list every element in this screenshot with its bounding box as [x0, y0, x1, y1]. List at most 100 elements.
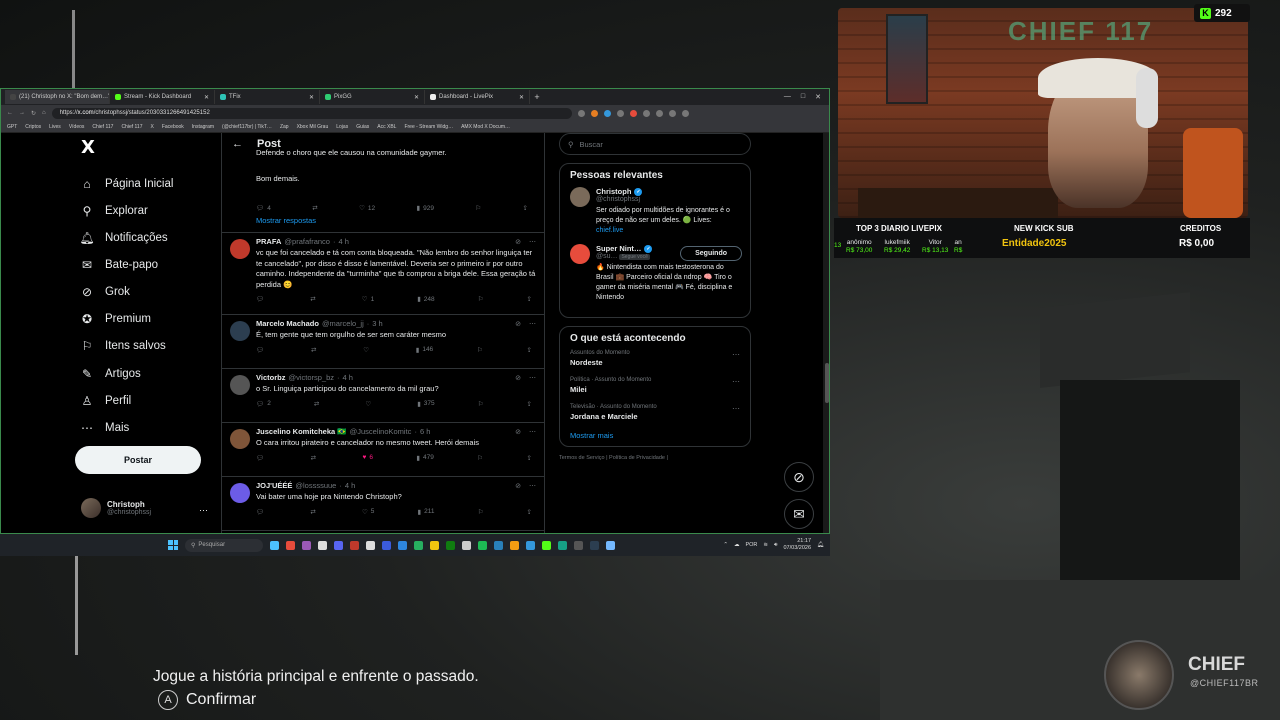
nav-item-perfil[interactable]: ♙ Perfil: [79, 393, 132, 409]
avatar[interactable]: [230, 429, 250, 449]
bookmark-item[interactable]: Xbox Mil Grau: [297, 124, 329, 130]
bookmark-item[interactable]: Vídeos: [69, 124, 85, 130]
app-icon[interactable]: [302, 540, 311, 550]
extension-icon[interactable]: [655, 109, 663, 117]
more-icon[interactable]: ⋯: [732, 350, 740, 359]
nav-item-notifica-es[interactable]: 🔔︎ Notificações: [79, 230, 167, 246]
avatar[interactable]: [570, 187, 590, 207]
share-icon[interactable]: ⇪: [523, 203, 528, 213]
app-icon[interactable]: [606, 540, 615, 550]
chevron-up-icon[interactable]: ⌃: [723, 542, 728, 548]
grok-icon[interactable]: ⊘: [515, 482, 521, 490]
grok-icon[interactable]: ⊘: [515, 320, 521, 328]
minimize-icon[interactable]: —: [784, 93, 791, 101]
nav-item-p-gina-inicial[interactable]: ⌂ Página Inicial: [79, 176, 173, 192]
app-icon[interactable]: [494, 540, 503, 550]
more-icon[interactable]: ⋯: [732, 404, 740, 413]
bookmark-item[interactable]: Criptos: [25, 124, 41, 130]
bookmark-item[interactable]: Lives: [49, 124, 61, 130]
app-icon[interactable]: [286, 540, 295, 550]
nav-item-mais[interactable]: ⋯ Mais: [79, 420, 129, 436]
grok-button[interactable]: ⊘: [784, 462, 814, 492]
app-icon[interactable]: [366, 540, 375, 550]
like-icon[interactable]: ♡: [363, 345, 372, 355]
like-icon[interactable]: ♥ 6: [363, 453, 373, 463]
avatar[interactable]: [230, 239, 250, 259]
following-button[interactable]: Seguindo: [680, 246, 742, 261]
xbox-icon[interactable]: [446, 540, 455, 550]
language-indicator[interactable]: POR: [745, 542, 757, 548]
bookmark-item[interactable]: Lojas: [336, 124, 348, 130]
retweet-icon[interactable]: ⇄: [311, 453, 319, 463]
retweet-icon[interactable]: ⇄: [310, 507, 318, 517]
tab-close-icon[interactable]: ✕: [309, 94, 314, 101]
tab-close-icon[interactable]: ✕: [204, 94, 209, 101]
reply-post[interactable]: PRAFA @prafafranco · 4 h ⊘ ⋯ vc que foi cancel…: [222, 233, 544, 315]
extension-icon[interactable]: [616, 109, 624, 117]
views-icon[interactable]: ▮ 211: [418, 507, 435, 517]
back-icon[interactable]: ←: [7, 110, 13, 116]
nav-item-itens-salvos[interactable]: ⚐ Itens salvos: [79, 338, 166, 354]
app-icon[interactable]: [590, 540, 599, 550]
url-input[interactable]: https://x.com/christophssj/status/203033…: [51, 107, 572, 119]
reply-post[interactable]: Juscelino Komitcheka 🇧🇷 @JuscelinoKomitc ·…: [222, 423, 544, 477]
extension-icon[interactable]: [577, 109, 585, 117]
app-icon[interactable]: [318, 540, 327, 550]
bookmark-icon[interactable]: ⚐: [475, 203, 481, 213]
trend-item[interactable]: Televisão · Assunto do Momento Jordana e …: [570, 404, 740, 421]
reply-author[interactable]: Marcelo Machado: [256, 319, 319, 328]
share-icon[interactable]: ⇪: [527, 507, 532, 517]
reply-icon[interactable]: 💬︎: [256, 453, 267, 463]
scrollbar-thumb[interactable]: [825, 363, 829, 403]
forward-icon[interactable]: →: [19, 110, 25, 116]
more-icon[interactable]: ⋯: [199, 505, 208, 516]
bookmark-icon[interactable]: ⚐: [478, 294, 484, 304]
top-reply[interactable]: Defende o choro que ele causou na comuni…: [222, 133, 544, 233]
bookmark-icon[interactable]: ⚐: [477, 345, 483, 355]
reply-icon[interactable]: 💬︎: [256, 507, 267, 517]
share-icon[interactable]: ⇪: [527, 453, 532, 463]
reply-post[interactable]: JOJ'UÉÉÉ @lossssuue · 4 h ⊘ ⋯ Vai bater uma ho…: [222, 477, 544, 531]
like-icon[interactable]: ♡ 12: [359, 203, 375, 213]
taskbar-search[interactable]: ⚲ Pesquisar: [185, 538, 263, 552]
nav-item-artigos[interactable]: ✎ Artigos: [79, 366, 141, 382]
more-icon[interactable]: ⋯: [529, 238, 536, 246]
close-icon[interactable]: ✕: [815, 93, 821, 101]
reload-icon[interactable]: ↻: [31, 110, 36, 117]
spotify-icon[interactable]: [478, 540, 487, 550]
confirm-prompt[interactable]: A Confirmar: [158, 690, 256, 710]
new-tab-button[interactable]: +: [530, 92, 544, 102]
bookmark-item[interactable]: Facebook: [162, 124, 184, 130]
maximize-icon[interactable]: □: [801, 93, 805, 101]
browser-tab[interactable]: Dashboard - LivePix ✕: [425, 90, 530, 104]
bookmark-item[interactable]: (@chief117br) | TikT…: [222, 124, 272, 130]
retweet-icon[interactable]: ⇄: [312, 203, 317, 213]
trend-item[interactable]: Assuntos do Momento Nordeste ⋯: [570, 350, 740, 367]
app-icon[interactable]: [350, 540, 359, 550]
extension-icon[interactable]: [590, 109, 598, 117]
reply-post[interactable]: Victorbz @victorsp_bz · 4 h ⊘ ⋯ o Sr. Linguiça…: [222, 369, 544, 423]
extension-icon[interactable]: [629, 109, 637, 117]
bookmark-item[interactable]: Zap: [280, 124, 289, 130]
bookmark-item[interactable]: AMX Mod X Docum…: [461, 124, 510, 130]
retweet-icon[interactable]: ⇄: [311, 345, 319, 355]
nav-item-grok[interactable]: ⊘ Grok: [79, 284, 130, 300]
reply-author[interactable]: PRAFA: [256, 237, 281, 246]
show-replies-link[interactable]: Mostrar respostas: [256, 216, 316, 225]
bookmark-item[interactable]: Acc XBL: [377, 124, 396, 130]
avatar[interactable]: [230, 321, 250, 341]
browser-tab[interactable]: Stream - Kick Dashboard ✕: [110, 90, 215, 104]
menu-icon[interactable]: [681, 109, 689, 117]
bookmark-item[interactable]: Guias: [356, 124, 369, 130]
bookmark-item[interactable]: X: [150, 124, 153, 130]
x-logo[interactable]: X: [81, 137, 95, 158]
share-icon[interactable]: ⇪: [526, 345, 531, 355]
like-icon[interactable]: ♡ 1: [362, 294, 374, 304]
browser-tab[interactable]: TFix ✕: [215, 90, 320, 104]
more-icon[interactable]: ⋯: [529, 482, 536, 490]
grok-icon[interactable]: ⊘: [515, 374, 521, 382]
folder-icon[interactable]: [510, 540, 519, 550]
reply-icon[interactable]: 💬︎ 4: [256, 203, 271, 213]
app-icon[interactable]: [414, 540, 423, 550]
bookmark-item[interactable]: Chief 117: [92, 124, 113, 130]
